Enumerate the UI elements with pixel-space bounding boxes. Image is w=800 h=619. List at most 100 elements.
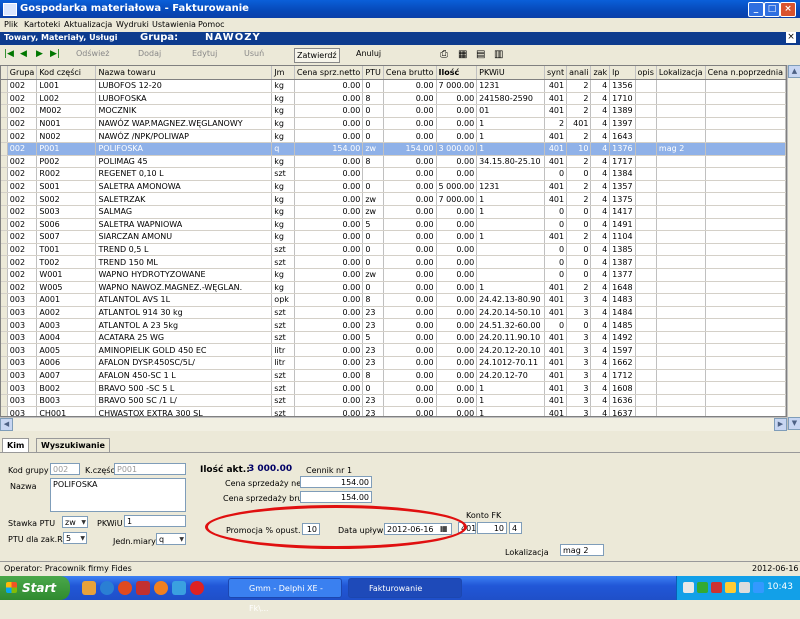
delete-button[interactable]: Usuń	[244, 49, 264, 58]
column-header[interactable]: opis	[635, 66, 657, 80]
quicklaunch-app-icon[interactable]	[118, 581, 132, 595]
column-header[interactable]: Nazwa towaru	[95, 66, 273, 80]
table-row[interactable]: 002 N001 NAWÓZ WAP.MAGNEZ.WĘGLANOWY kg 0.00 0…	[1, 117, 786, 131]
table-row[interactable]: 003 B002 BRAVO 500 -SC 5 Lszt 0.00 0 0.00 0.00…	[1, 381, 786, 395]
table-row[interactable]: 003 A005 AMINOPIELIK GOLD 450 EC litr 0.00 23…	[1, 343, 786, 358]
refresh-button[interactable]: Odśwież	[76, 49, 109, 58]
table-row[interactable]: 002 P002 POLIMAG 45 kg 0.00 8 0.00 0.00 34.15.80…	[1, 155, 786, 169]
vertical-scrollbar[interactable]: ▲ ▼	[787, 65, 800, 430]
table-row[interactable]: 003 A004 ACATARA 25 WG szt 0.00 5 0.00 0.00 24.2…	[1, 331, 786, 345]
tray-icon-4[interactable]	[725, 582, 736, 593]
scroll-left-icon[interactable]: ◀	[0, 418, 13, 431]
close-icon[interactable]: ×	[786, 32, 796, 43]
table-row[interactable]: 003 A001 ATLANTOL AVS 1L opk 0.00 8 0.00 0.00 24…	[1, 293, 786, 307]
pkwiu-field[interactable]: 1	[124, 515, 186, 527]
first-record-icon[interactable]: |◀	[4, 49, 14, 59]
list-icon[interactable]: ▥	[494, 49, 503, 60]
quicklaunch-firefox-icon[interactable]	[154, 581, 168, 595]
scroll-down-icon[interactable]: ▼	[788, 417, 800, 430]
menu-pomoc[interactable]: Pomoc	[198, 20, 225, 29]
edit-button[interactable]: Edytuj	[192, 49, 217, 58]
kod-grupy-field[interactable]: 002	[50, 463, 80, 475]
table-row[interactable]: 002 S002 SALETRZAK kg 0.00 zw 0.00 7 000.00 1 401…	[1, 192, 786, 206]
scroll-right-icon[interactable]: ▶	[774, 418, 787, 431]
brutto-field[interactable]: 154.00	[300, 491, 372, 503]
maximize-button[interactable]: □	[764, 2, 780, 17]
add-button[interactable]: Dodaj	[138, 49, 161, 58]
column-header[interactable]: Grupa	[7, 66, 38, 80]
prev-record-icon[interactable]: ◀	[20, 49, 27, 59]
menu-aktualizacja[interactable]: Aktualizacja	[64, 20, 112, 29]
scroll-up-icon[interactable]: ▲	[788, 65, 800, 78]
ptu-rr-select[interactable]: 5	[63, 532, 87, 545]
column-header[interactable]: PKWiU	[476, 66, 545, 80]
close-button[interactable]: ×	[780, 2, 796, 17]
column-header[interactable]: Lokalizacja	[656, 66, 706, 80]
table-icon[interactable]: ▤	[476, 49, 485, 60]
table-row[interactable]: 002 S001 SALETRA AMONOWA kg 0.00 0 0.00 5 000.0…	[1, 180, 786, 194]
table-row[interactable]: 002 W005 WAPNO NAWOZ.MAGNEZ.-WĘGLAN. kg 0.00…	[1, 281, 786, 295]
menu-ustawienia[interactable]: Ustawienia	[152, 20, 196, 29]
confirm-button[interactable]: Zatwierdź	[294, 48, 340, 63]
column-header[interactable]: Cena sprz.netto	[294, 66, 364, 80]
items-grid[interactable]: Grupa Kod części Nazwa towaru Jm Cena sprz.n…	[0, 65, 787, 417]
lokalizacja-field[interactable]: mag 2	[560, 544, 604, 556]
table-row[interactable]: 002 N002 NAWÓZ /NPK/POLIWAP kg 0.00 0 0.00 0.00…	[1, 129, 786, 143]
quicklaunch-browser-icon[interactable]	[100, 581, 114, 595]
table-row[interactable]: 002 M002 MOCZNIK kg 0.00 0 0.00 0.00 01 401 2 4 1389	[1, 104, 786, 118]
netto-field[interactable]: 154.00	[300, 476, 372, 488]
start-button[interactable]: Start	[0, 576, 70, 600]
column-header[interactable]: Kod części	[36, 66, 97, 80]
cancel-button[interactable]: Anuluj	[356, 49, 381, 58]
task-fakturowanie[interactable]: Fakturowanie	[348, 578, 462, 598]
table-row[interactable]: 002 R002 REGENET 0,10 Lszt 0.00 0.00 0.00 0 0 4 1…	[1, 167, 786, 181]
tray-icon-2[interactable]	[697, 582, 708, 593]
next-record-icon[interactable]: ▶	[36, 49, 43, 59]
table-row[interactable]: 002 S007 SIARCZAN AMONU kg 0.00 0 0.00 0.00 1 401…	[1, 230, 786, 244]
horizontal-scrollbar[interactable]: ◀ ▶	[0, 417, 787, 431]
column-header[interactable]: synt	[544, 66, 568, 80]
minimize-button[interactable]: _	[748, 2, 764, 17]
table-row[interactable]: 003 A002 ATLANTOL 914 30 kg szt 0.00 23 0.00 0.…	[1, 306, 786, 320]
quicklaunch-media-icon[interactable]	[136, 581, 150, 595]
table-row[interactable]: 002 W001 WAPNO HYDROTYZOWANE kg 0.00 zw 0.00 0.…	[1, 268, 786, 282]
konto-synt-field[interactable]: 401	[458, 522, 476, 534]
table-row[interactable]: 002 S006 SALETRA WAPNIOWA kg 0.00 5 0.00 0.00 0 0…	[1, 218, 786, 232]
quicklaunch-opera-icon[interactable]	[190, 581, 204, 595]
column-header[interactable]: zak	[590, 66, 611, 80]
column-header[interactable]: Jm	[271, 66, 295, 80]
grid-icon[interactable]: ▦	[458, 49, 467, 60]
konto-anal-field[interactable]: 10	[477, 522, 507, 534]
table-row[interactable]: 003 CH001 CHWASTOX EXTRA 300 SL szt 0.00 23 0.…	[1, 406, 786, 416]
menu-plik[interactable]: Plik	[4, 20, 18, 29]
kod-czesci-field[interactable]: P001	[114, 463, 186, 475]
tab-kim[interactable]: Kim	[2, 438, 30, 452]
stawka-select[interactable]: zw	[62, 516, 88, 529]
table-row[interactable]: 003 A003 ATLANTOL A 23 5kg szt 0.00 23 0.00 0.0…	[1, 318, 786, 332]
calendar-icon[interactable]: ▦	[440, 524, 448, 533]
table-row[interactable]: 002 T001 TREND 0,5 Lszt 0.00 0 0.00 0.00 0 0 4 138…	[1, 243, 786, 257]
tray-icon-6[interactable]	[753, 582, 764, 593]
table-row[interactable]: 002 L001 LUBOFOS 12-20 kg 0.00 0 0.00 7 000.00 1…	[1, 79, 786, 93]
column-header[interactable]: Cena n.poprzednia	[705, 66, 786, 80]
tray-icon-3[interactable]	[711, 582, 722, 593]
promocja-field[interactable]: 10	[302, 523, 320, 535]
tray-icon-5[interactable]	[739, 582, 750, 593]
table-row[interactable]: 002 P001 POLIFOSKA q 154.00 zw 154.00 3 000.00 1…	[1, 142, 786, 156]
menu-wydruki[interactable]: Wydruki	[116, 20, 149, 29]
table-row[interactable]: 002 T002 TREND 150 ML szt 0.00 0 0.00 0.00 0 0 4 13…	[1, 255, 786, 269]
column-header[interactable]: Ilość	[436, 66, 478, 80]
table-row[interactable]: 003 A006 AFALON DYSP.450SC/5L/litr 0.00 23 0.…	[1, 356, 786, 370]
table-row[interactable]: 002 L002 LUBOFOSKA kg 0.00 8 0.00 0.00 241580-25…	[1, 92, 786, 106]
column-header[interactable]: Cena brutto	[383, 66, 437, 80]
quicklaunch-explorer-icon[interactable]	[172, 581, 186, 595]
quicklaunch-folder-icon[interactable]	[82, 581, 96, 595]
table-row[interactable]: 003 B003 BRAVO 500 SC /1 L/szt 0.00 23 0.00 0.…	[1, 394, 786, 408]
last-record-icon[interactable]: ▶|	[50, 49, 60, 59]
menu-kartoteki[interactable]: Kartoteki	[24, 20, 60, 29]
tab-wyszukiwanie[interactable]: Wyszukiwanie	[36, 438, 110, 452]
column-header[interactable]: anali	[566, 66, 592, 80]
printer-icon[interactable]: ⎙	[440, 49, 448, 60]
tray-icon-1[interactable]	[683, 582, 694, 593]
task-delphi[interactable]: Gmm - Delphi XE - Fk\...	[228, 578, 342, 613]
